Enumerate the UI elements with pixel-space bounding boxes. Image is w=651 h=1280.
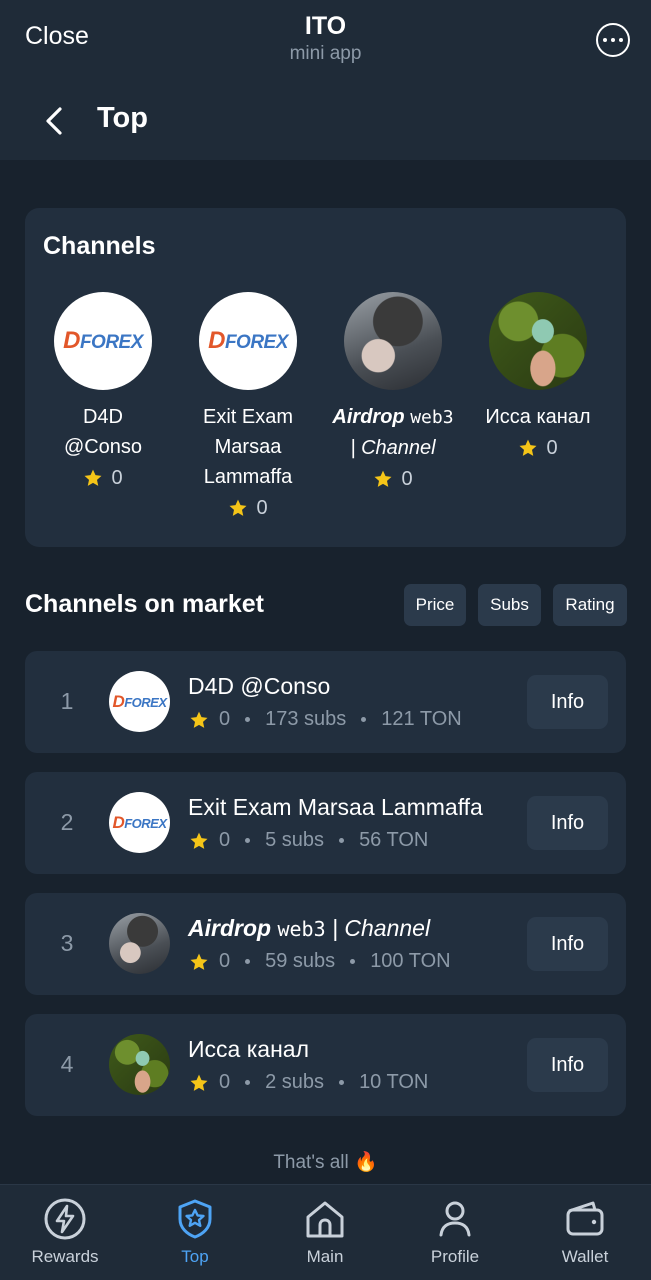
market-row[interactable]: 1 DFOREX D4D @Conso 0 173 subs 121 TON I… (25, 651, 626, 753)
channel-avatar (109, 913, 170, 974)
row-subs: 59 subs (265, 950, 336, 972)
nav-main[interactable]: Main (260, 1197, 390, 1267)
channel-name-line: Exit Exam (202, 406, 294, 428)
separator-dot (245, 717, 251, 722)
market-row[interactable]: 3 Airdrop web3 | Channel 0 59 subs 100 T… (25, 893, 626, 995)
row-price: 121 TON (381, 708, 462, 730)
nav-wallet[interactable]: Wallet (520, 1197, 650, 1267)
channel-avatar: DFOREX (109, 671, 170, 732)
separator-dot (245, 959, 251, 964)
separator-dot (361, 717, 367, 722)
row-title: Исса канал (188, 1036, 309, 1062)
nav-top[interactable]: Top (130, 1197, 260, 1267)
end-of-list-text: That's all 🔥 (273, 1152, 378, 1173)
row-subs: 2 subs (265, 1071, 325, 1093)
app-title: ITO (304, 12, 347, 40)
star-icon (190, 832, 208, 849)
channel-avatar: DFOREX (199, 292, 297, 390)
market-heading: Channels on market (25, 590, 264, 618)
channel-avatar: DFOREX (109, 792, 170, 853)
separator-dot (350, 959, 356, 964)
row-title: Exit Exam Marsaa Lammaffa (188, 794, 483, 820)
top-channel-item[interactable]: DFOREX D4D @Conso 0 (38, 292, 168, 494)
star-icon (190, 953, 208, 970)
more-options-icon[interactable] (596, 23, 630, 57)
channel-avatar: DFOREX (54, 292, 152, 390)
star-icon (84, 469, 102, 486)
app-subtitle: mini app (289, 43, 362, 64)
market-row[interactable]: 2 DFOREX Exit Exam Marsaa Lammaffa 0 5 s… (25, 772, 626, 874)
info-button[interactable]: Info (527, 675, 608, 729)
wallet-icon (566, 1201, 604, 1236)
channel-rating: 0 (183, 492, 313, 524)
nav-rewards[interactable]: Rewards (0, 1197, 130, 1267)
sort-rating-button[interactable]: Rating (553, 584, 627, 626)
star-icon (374, 470, 392, 487)
channel-name-line: | Channel (350, 437, 436, 459)
row-rating: 0 (219, 950, 231, 972)
channel-avatar (489, 292, 587, 390)
app-header: Close ITO mini app Top (0, 0, 651, 160)
top-channels-card: Channels DFOREX D4D @Conso 0 DFOREX Exit… (25, 208, 626, 547)
channel-name-line: Marsaa (214, 436, 282, 458)
separator-dot (245, 838, 251, 843)
sort-price-button[interactable]: Price (404, 584, 466, 626)
star-icon (190, 1074, 208, 1091)
row-meta: 0 173 subs 121 TON (189, 708, 462, 731)
channel-rating: 0 (328, 463, 458, 495)
back-arrow-icon[interactable] (40, 104, 70, 138)
row-price: 100 TON (370, 950, 451, 972)
market-row[interactable]: 4 Исса канал 0 2 subs 10 TON Info (25, 1014, 626, 1116)
row-title: D4D @Conso (188, 673, 331, 699)
page-title: Top (97, 102, 148, 134)
star-icon (229, 499, 247, 516)
row-rank: 1 (60, 688, 74, 714)
channel-avatar (109, 1034, 170, 1095)
row-subs: 173 subs (265, 708, 347, 730)
sort-subs-button[interactable]: Subs (478, 584, 541, 626)
top-channel-item[interactable]: DFOREX Exit Exam Marsaa Lammaffa 0 (183, 292, 313, 524)
separator-dot (339, 838, 345, 843)
row-title: Airdrop web3 | Channel (188, 915, 431, 941)
channel-rating: 0 (38, 462, 168, 494)
row-rank: 4 (60, 1051, 74, 1077)
row-rating: 0 (219, 829, 231, 851)
channel-name-line: Airdrop web3 (332, 406, 454, 428)
star-icon (190, 711, 208, 728)
row-rating: 0 (219, 1071, 231, 1093)
row-price: 56 TON (359, 829, 429, 851)
info-button[interactable]: Info (527, 796, 608, 850)
channel-name-line: Исса канал (485, 406, 591, 428)
row-meta: 0 2 subs 10 TON (189, 1071, 428, 1094)
row-rating: 0 (219, 708, 231, 730)
person-icon (439, 1201, 471, 1237)
row-rank: 2 (60, 809, 74, 835)
top-channel-item[interactable]: Исса канал 0 (473, 292, 603, 464)
channel-rating: 0 (473, 432, 603, 464)
star-icon (519, 439, 537, 456)
row-meta: 0 59 subs 100 TON (189, 950, 451, 973)
home-icon (306, 1201, 344, 1238)
shield-star-icon (178, 1199, 212, 1239)
row-rank: 3 (60, 930, 74, 956)
channel-avatar (344, 292, 442, 390)
channel-name-line: D4D (82, 406, 123, 428)
nav-profile[interactable]: Profile (390, 1197, 520, 1267)
channels-heading: Channels (43, 232, 156, 260)
separator-dot (339, 1080, 345, 1085)
row-price: 10 TON (359, 1071, 429, 1093)
info-button[interactable]: Info (527, 917, 608, 971)
row-meta: 0 5 subs 56 TON (189, 829, 428, 852)
bottom-nav: Rewards Top Main Profile Wallet (0, 1184, 651, 1280)
separator-dot (245, 1080, 251, 1085)
top-channel-item[interactable]: Airdrop web3 | Channel 0 (328, 292, 458, 495)
row-subs: 5 subs (265, 829, 325, 851)
lightning-icon (44, 1198, 86, 1240)
channel-name-line: Lammaffa (203, 466, 293, 488)
channel-name-line: @Conso (63, 436, 143, 458)
info-button[interactable]: Info (527, 1038, 608, 1092)
